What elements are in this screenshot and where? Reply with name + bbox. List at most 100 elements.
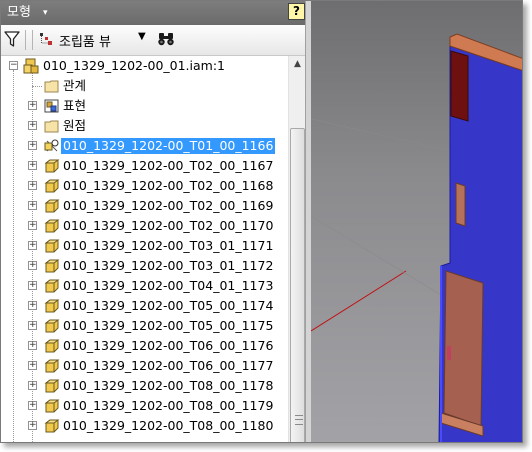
part-icon [44,419,60,433]
toolbar-separator [32,30,33,50]
tree-item-label[interactable]: 관계 [63,78,86,94]
tree-part-row[interactable]: +010_1329_1202-00_T08_00_1179 [1,396,288,416]
scroll-up-button[interactable]: ▲ [289,56,306,73]
tree-item-label[interactable]: 표현 [63,98,86,114]
tree-part-label[interactable]: 010_1329_1202-00_T05_00_1174 [63,298,273,314]
expand-toggle[interactable]: + [28,401,37,410]
assembly-view-label[interactable]: 조립품 뷰 [59,31,111,50]
toolbar-separator [25,30,26,50]
tree-part-label[interactable]: 010_1329_1202-00_T03_01_1172 [63,258,273,274]
tree-item-relations[interactable]: 관계 [1,76,288,96]
part-icon [44,179,60,193]
expand-toggle[interactable]: + [28,241,37,250]
part-icon [44,379,60,393]
part-pattern-icon [44,139,59,152]
tree-part-label[interactable]: 010_1329_1202-00_T01_00_1166 [61,138,276,154]
expand-toggle[interactable]: + [28,121,37,130]
expand-toggle[interactable]: + [28,221,37,230]
tree-part-row[interactable]: +010_1329_1202-00_T06_00_1177 [1,356,288,376]
part-icon [44,279,60,293]
application-window: 모형 ▾ ? 조립품 뷰 ▼ − 010_1329_1202-00_01.iam… [0,0,523,443]
help-button[interactable]: ? [288,3,305,20]
door-handle-shape[interactable] [447,346,451,360]
part-icon [44,339,60,353]
expand-toggle[interactable]: + [28,181,37,190]
tree-part-label[interactable]: 010_1329_1202-00_T08_00_1178 [63,378,273,394]
expand-toggle[interactable]: + [28,261,37,270]
assembly-view-icon[interactable] [39,32,55,48]
panel-menu-dropdown-icon[interactable]: ▾ [43,1,48,25]
expand-toggle[interactable]: + [28,281,37,290]
x-axis-line [311,270,407,332]
folder-icon [44,120,59,133]
tree-item-representations[interactable]: + 표현 [1,96,288,116]
expand-toggle[interactable]: + [28,321,37,330]
expand-toggle[interactable]: + [28,381,37,390]
tree-part-row[interactable]: +010_1329_1202-00_T02_00_1168 [1,176,288,196]
binoculars-icon[interactable] [157,31,175,47]
tree-part-row[interactable]: +010_1329_1202-00_T03_01_1172 [1,256,288,276]
tree-part-label[interactable]: 010_1329_1202-00_T03_01_1171 [63,238,273,254]
part-icon [44,359,60,373]
scrollbar-grip-icon [295,415,303,425]
model-browser-panel: 모형 ▾ ? 조립품 뷰 ▼ − 010_1329_1202-00_01.iam… [1,1,311,442]
tree-part-label[interactable]: 010_1329_1202-00_T08_00_1180 [63,418,273,434]
tree-item-origin[interactable]: + 원점 [1,116,288,136]
expand-toggle[interactable]: + [28,161,37,170]
tree-part-label[interactable]: 010_1329_1202-00_T02_00_1170 [63,218,273,234]
model-tree: − 010_1329_1202-00_01.iam:1 관계 + 표현 + 원점… [1,56,288,442]
tree-part-label[interactable]: 010_1329_1202-00_T05_00_1175 [63,318,273,334]
tree-part-label[interactable]: 010_1329_1202-00_T06_00_1176 [63,338,273,354]
view-dropdown-icon[interactable]: ▼ [138,31,146,42]
browser-toolbar: 조립품 뷰 ▼ [1,25,311,56]
part-icon [44,259,60,273]
tree-part-row[interactable]: +010_1329_1202-00_T02_00_1170 [1,216,288,236]
tree-part-row[interactable]: +010_1329_1202-00_T05_00_1174 [1,296,288,316]
tree-part-label[interactable]: 010_1329_1202-00_T02_00_1169 [63,198,273,214]
part-icon [44,399,60,413]
part-icon [44,319,60,333]
part-icon [44,199,60,213]
tree-part-label[interactable]: 010_1329_1202-00_T02_00_1167 [63,158,273,174]
tree-part-row[interactable]: +010_1329_1202-00_T08_00_1180 [1,416,288,436]
tree-item-label[interactable]: 원점 [63,118,86,134]
tree-part-label[interactable]: 010_1329_1202-00_T08_00_1179 [63,398,273,414]
expand-toggle[interactable]: + [28,421,37,430]
tree-part-row[interactable]: +010_1329_1202-00_T05_00_1175 [1,316,288,336]
grid-line [311,118,452,152]
3d-model-view[interactable] [311,1,523,443]
tree-part-label[interactable]: 010_1329_1202-00_T06_00_1177 [63,358,273,374]
tree-part-row[interactable]: +010_1329_1202-00_T06_00_1176 [1,336,288,356]
tree-part-label[interactable]: 010_1329_1202-00_T04_01_1173 [63,278,273,294]
expand-toggle[interactable]: + [28,201,37,210]
funnel-icon[interactable] [4,30,20,48]
small-wood-part-shape[interactable] [455,182,466,227]
part-icon [44,299,60,313]
tree-part-row[interactable]: +010_1329_1202-00_T02_00_1167 [1,156,288,176]
folder-icon [44,80,59,93]
scrollbar-thumb[interactable] [290,128,305,442]
grid-line [311,215,452,302]
tree-part-row[interactable]: +010_1329_1202-00_T08_00_1178 [1,376,288,396]
expand-toggle[interactable]: + [28,301,37,310]
panel-title[interactable]: 모형 [7,1,31,25]
tree-root-row[interactable]: − 010_1329_1202-00_01.iam:1 [1,56,288,76]
tree-root-label[interactable]: 010_1329_1202-00_01.iam:1 [43,58,225,74]
tree-connector [32,86,42,87]
expand-toggle[interactable]: + [28,361,37,370]
expand-toggle[interactable]: + [28,141,37,150]
expand-toggle[interactable]: + [28,101,37,110]
graphics-viewport[interactable] [311,1,523,443]
collapse-toggle[interactable]: − [9,61,18,70]
tree-part-row[interactable]: +010_1329_1202-00_T03_01_1171 [1,236,288,256]
part-icon [44,219,60,233]
part-icon [44,159,60,173]
panel-title-bar[interactable]: 모형 ▾ ? [1,1,311,25]
expand-toggle[interactable]: + [28,341,37,350]
tree-scrollbar[interactable]: ▲ [288,56,306,442]
tree-part-row[interactable]: +010_1329_1202-00_T01_00_1166 [1,136,288,156]
tree-part-row[interactable]: +010_1329_1202-00_T02_00_1169 [1,196,288,216]
tree-part-row[interactable]: +010_1329_1202-00_T04_01_1173 [1,276,288,296]
tree-part-label[interactable]: 010_1329_1202-00_T02_00_1168 [63,178,273,194]
dark-red-panel-shape[interactable] [450,50,469,122]
